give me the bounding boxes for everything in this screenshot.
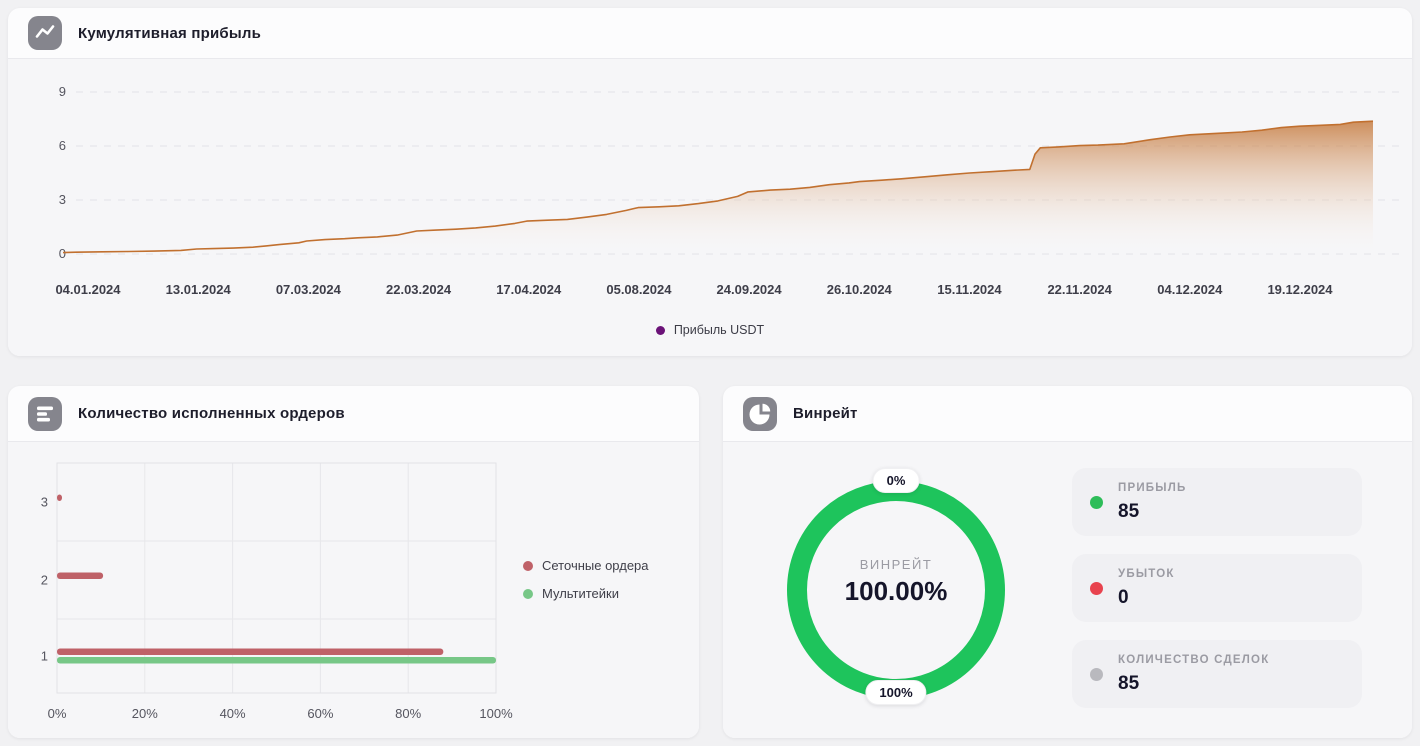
axis-tick: 2 [41, 573, 48, 588]
winrate-center-label: ВИНРЕЙТ [859, 557, 933, 572]
panel-title-cumulative-profit: Кумулятивная прибыль [78, 24, 262, 42]
profit-stat-value: 85 [1118, 501, 1140, 522]
loss-stat-label: УБЫТОК [1118, 568, 1175, 580]
orders-legend-dot-0 [523, 560, 533, 571]
winrate-header: Винрейт [723, 386, 1412, 442]
profit-legend-dot [655, 325, 665, 335]
trades-count-stat-value: 85 [1118, 673, 1140, 694]
axis-tick: 19.12.2024 [1267, 282, 1333, 297]
bar-Сеточные ордера [57, 494, 62, 501]
orders-legend-item-multitakes[interactable]: Мультитейки [523, 586, 649, 601]
executed-orders-header: Количество исполненных ордеров [8, 386, 699, 442]
axis-tick: 3 [41, 495, 48, 510]
axis-tick: 6 [59, 138, 66, 153]
axis-tick: 04.12.2024 [1157, 282, 1223, 297]
panel-title-winrate: Винрейт [793, 405, 858, 422]
axis-tick: 26.10.2024 [827, 282, 893, 297]
cumulative-profit-panel: Кумулятивная прибыль 9 6 3 0 04.01.2024 13.01… [8, 8, 1412, 356]
orders-legend-dot-1 [523, 588, 533, 599]
axis-tick: 24.09.2024 [717, 282, 783, 297]
loss-stat-value: 0 [1118, 587, 1129, 608]
axis-tick: 22.11.2024 [1047, 282, 1112, 297]
axis-tick: 05.08.2024 [606, 282, 672, 297]
trend-line-icon [28, 16, 62, 50]
axis-tick: 40% [220, 706, 246, 721]
panel-title-executed-orders: Количество исполненных ордеров [78, 405, 345, 422]
orders-legend-label-1: Мультитейки [542, 586, 619, 601]
stat-card-loss: УБЫТОК 0 [1072, 554, 1362, 622]
winrate-donut-center: ВИНРЕЙТ 100.00% [776, 470, 1016, 710]
profit-legend-label: Прибыль USDT [673, 323, 765, 337]
cumulative-profit-header: Кумулятивная прибыль [8, 8, 1412, 59]
bar-Мультитейки [57, 657, 496, 664]
executed-orders-chart-area[interactable]: 3 2 1 0% 20% 40% 60% 80% 100% Сеточные ордера Му… [8, 442, 699, 738]
orders-legend-item-grid-orders[interactable]: Сеточные ордера [523, 558, 649, 573]
orders-legend-label-0: Сеточные ордера [542, 558, 649, 573]
winrate-panel: Винрейт ВИНРЕЙТ 100.00% 0% 100% ПРИБЫЛЬ … [723, 386, 1412, 738]
loss-status-dot [1090, 582, 1103, 595]
cumulative-profit-chart-area[interactable]: 9 6 3 0 04.01.2024 13.01.2024 07.03.2024 22.03.… [8, 59, 1412, 356]
axis-tick: 04.01.2024 [55, 282, 121, 297]
axis-tick: 80% [395, 706, 421, 721]
axis-tick: 3 [59, 192, 66, 207]
profit-legend[interactable]: Прибыль USDT [8, 323, 1412, 337]
axis-tick: 17.04.2024 [496, 282, 562, 297]
winrate-body: ВИНРЕЙТ 100.00% 0% 100% ПРИБЫЛЬ 85 УБЫТО… [723, 442, 1412, 738]
axis-tick: 15.11.2024 [937, 282, 1002, 297]
trades-count-stat-label: КОЛИЧЕСТВО СДЕЛОК [1118, 654, 1270, 666]
axis-tick: 13.01.2024 [166, 282, 232, 297]
axis-tick: 100% [479, 706, 513, 721]
executed-orders-panel: Количество исполненных ордеров 3 2 1 0% 20% 4… [8, 386, 699, 738]
winrate-center-value: 100.00% [844, 576, 948, 606]
profit-status-dot [1090, 496, 1103, 509]
winrate-bottom-badge: 100% [865, 680, 927, 705]
orders-legend: Сеточные ордера Мультитейки [523, 558, 649, 601]
stat-card-profit: ПРИБЫЛЬ 85 [1072, 468, 1362, 536]
axis-tick: 9 [59, 84, 66, 99]
axis-tick: 1 [41, 649, 48, 664]
cumulative-profit-chart[interactable]: 963004.01.2024 13.01.2024 07.03.2024 22.03.… [8, 59, 1412, 356]
profit-stat-label: ПРИБЫЛЬ [1118, 482, 1187, 494]
bar-Сеточные ордера [57, 572, 104, 579]
profit-area-fill [63, 121, 1373, 254]
stat-card-trades-count: КОЛИЧЕСТВО СДЕЛОК 85 [1072, 640, 1362, 708]
winrate-top-badge: 0% [872, 468, 920, 493]
axis-tick: 22.03.2024 [386, 282, 452, 297]
trades-count-status-dot [1090, 668, 1103, 681]
bar-chart-icon [28, 396, 62, 431]
bar-Сеточные ордера [57, 648, 444, 655]
pie-chart-icon [743, 396, 777, 431]
axis-tick: 60% [307, 706, 333, 721]
axis-tick: 0% [48, 706, 67, 721]
axis-tick: 20% [132, 706, 158, 721]
axis-tick: 07.03.2024 [276, 282, 342, 297]
